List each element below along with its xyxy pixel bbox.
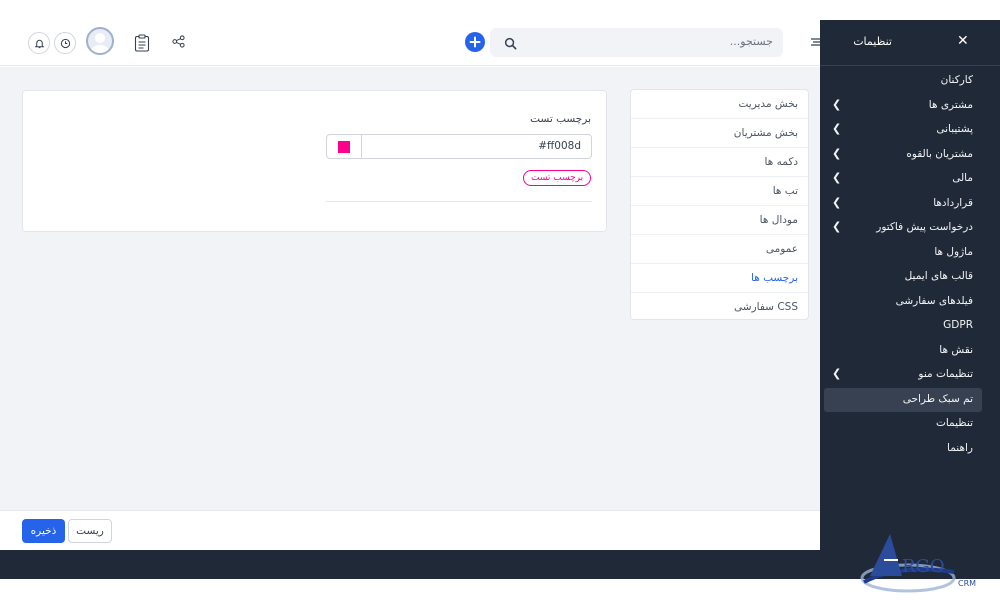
sidebar-item-settings[interactable]: تنظیمات bbox=[820, 412, 1000, 437]
save-button[interactable]: ذخیره bbox=[22, 519, 65, 543]
sidebar-title: تنظیمات bbox=[853, 35, 892, 48]
chevron-right-icon: ❯ bbox=[832, 97, 842, 111]
sidebar-item-label: نقش ها bbox=[939, 343, 973, 356]
settings-tabs-list: بخش مدیریت بخش مشتریان دکمه ها تب ها مود… bbox=[630, 89, 809, 320]
sidebar-item-label: GDPR bbox=[943, 319, 973, 331]
top-header: جستجو... bbox=[0, 20, 820, 66]
todo-button[interactable] bbox=[134, 34, 150, 52]
bell-icon bbox=[34, 39, 44, 48]
sidebar-item-label: تم سبک طراحی bbox=[902, 392, 973, 405]
footer-bar: ذخیره ریست bbox=[0, 510, 820, 550]
sidebar-item-label: تنظیمات bbox=[935, 417, 973, 429]
divider bbox=[326, 201, 592, 202]
tab-labels[interactable]: برچسب ها bbox=[631, 264, 808, 293]
argo-crm-logo: RGO CRM bbox=[858, 520, 988, 600]
logo-text: RGO bbox=[902, 556, 945, 577]
sidebar-item-label: قالب های ایمیل bbox=[904, 270, 973, 282]
chevron-right-icon: ❯ bbox=[832, 122, 842, 135]
sidebar-item-roles[interactable]: نقش ها bbox=[820, 339, 1000, 364]
preview-tag: برچسب تست bbox=[523, 170, 592, 186]
chevron-right-icon: ❯ bbox=[832, 195, 842, 209]
sidebar-item-label: ماژول ها bbox=[934, 245, 973, 258]
search-icon[interactable] bbox=[504, 35, 517, 54]
menu-icon bbox=[811, 38, 820, 46]
sidebar-item-theme-style[interactable]: تم سبک طراحی bbox=[824, 387, 982, 412]
sidebar-item-label: قراردادها bbox=[933, 196, 973, 209]
sidebar-item-label: مالی bbox=[952, 172, 973, 184]
search-box[interactable]: جستجو... bbox=[490, 28, 783, 57]
search-input[interactable]: جستجو... bbox=[730, 35, 773, 48]
chevron-right-icon: ❯ bbox=[832, 220, 842, 233]
sidebar-item-label: راهنما bbox=[947, 441, 973, 454]
label-title: برچسب تست bbox=[530, 113, 591, 125]
tab-customers-area[interactable]: بخش مشتریان bbox=[631, 119, 808, 148]
plus-icon bbox=[469, 36, 481, 48]
notifications-button[interactable] bbox=[28, 32, 50, 54]
sidebar-item-label: مشتری ها bbox=[928, 98, 973, 111]
sidebar-item-label: تنظیمات منو bbox=[918, 368, 973, 380]
color-swatch bbox=[338, 140, 350, 153]
tab-general[interactable]: عمومی bbox=[631, 235, 808, 264]
sidebar-item-label: مشتریان بالقوه bbox=[906, 147, 973, 160]
tab-custom-css[interactable]: CSS سفارشی bbox=[631, 293, 808, 322]
tab-tabs[interactable]: تب ها bbox=[631, 177, 808, 206]
clipboard-icon bbox=[134, 34, 150, 52]
sidebar-menu: کارکنان مشتری ها ❯ پشتیبانی ❯ مشتریان بالق… bbox=[820, 69, 1000, 461]
sidebar-item-staff[interactable]: کارکنان bbox=[820, 69, 1000, 94]
tab-modals[interactable]: مودال ها bbox=[631, 206, 808, 235]
menu-toggle-button[interactable] bbox=[811, 37, 820, 47]
color-swatch-button[interactable] bbox=[327, 135, 362, 158]
share-icon bbox=[172, 35, 185, 48]
sidebar-item-custom-fields[interactable]: فیلدهای سفارشی bbox=[820, 290, 1000, 315]
tab-admin-area[interactable]: بخش مدیریت bbox=[631, 90, 808, 119]
avatar[interactable] bbox=[86, 27, 114, 55]
settings-sidebar: تنظیمات ✕ کارکنان مشتری ها ❯ پشتیبانی ❯ مش… bbox=[820, 20, 1000, 579]
sidebar-item-label: پشتیبانی bbox=[936, 123, 973, 135]
sidebar-item-email-templates[interactable]: قالب های ایمیل bbox=[820, 265, 1000, 290]
chevron-right-icon: ❯ bbox=[832, 171, 842, 184]
main-content: برچسب تست #ff008d برچسب تست بخش مدیریت ب… bbox=[0, 67, 820, 510]
logo-subtext: CRM bbox=[958, 579, 976, 588]
clock-icon bbox=[60, 38, 70, 48]
sidebar-item-finance[interactable]: مالی ❯ bbox=[820, 167, 1000, 192]
quick-create-button[interactable] bbox=[465, 32, 485, 52]
sidebar-item-menu-setup[interactable]: تنظیمات منو ❯ bbox=[820, 363, 1000, 388]
sidebar-item-support[interactable]: پشتیبانی ❯ bbox=[820, 118, 1000, 143]
sidebar-item-leads[interactable]: مشتریان بالقوه ❯ bbox=[820, 143, 1000, 168]
share-button[interactable] bbox=[172, 35, 185, 48]
sidebar-item-label: درخواست پیش فاکتور bbox=[876, 221, 973, 233]
label-settings-card: برچسب تست #ff008d برچسب تست bbox=[22, 90, 607, 232]
sidebar-item-label: فیلدهای سفارشی bbox=[895, 294, 973, 307]
color-picker-input[interactable]: #ff008d bbox=[326, 134, 592, 159]
chevron-right-icon: ❯ bbox=[832, 367, 842, 380]
sidebar-item-estimate-request[interactable]: درخواست پیش فاکتور ❯ bbox=[820, 216, 1000, 241]
tab-buttons[interactable]: دکمه ها bbox=[631, 148, 808, 177]
sidebar-item-modules[interactable]: ماژول ها bbox=[820, 241, 1000, 266]
sidebar-item-gdpr[interactable]: GDPR bbox=[820, 314, 1000, 339]
chevron-right-icon: ❯ bbox=[832, 146, 842, 160]
close-icon[interactable]: ✕ bbox=[957, 33, 969, 49]
sidebar-item-contracts[interactable]: قراردادها ❯ bbox=[820, 192, 1000, 217]
user-silhouette-icon bbox=[90, 33, 110, 53]
sidebar-header: تنظیمات ✕ bbox=[820, 20, 1000, 66]
sidebar-item-label: کارکنان bbox=[940, 74, 973, 86]
sidebar-item-customers[interactable]: مشتری ها ❯ bbox=[820, 94, 1000, 119]
reset-button[interactable]: ریست bbox=[68, 519, 112, 543]
color-value[interactable]: #ff008d bbox=[538, 140, 581, 152]
reminders-button[interactable] bbox=[54, 32, 76, 54]
sidebar-item-help[interactable]: راهنما bbox=[820, 437, 1000, 462]
